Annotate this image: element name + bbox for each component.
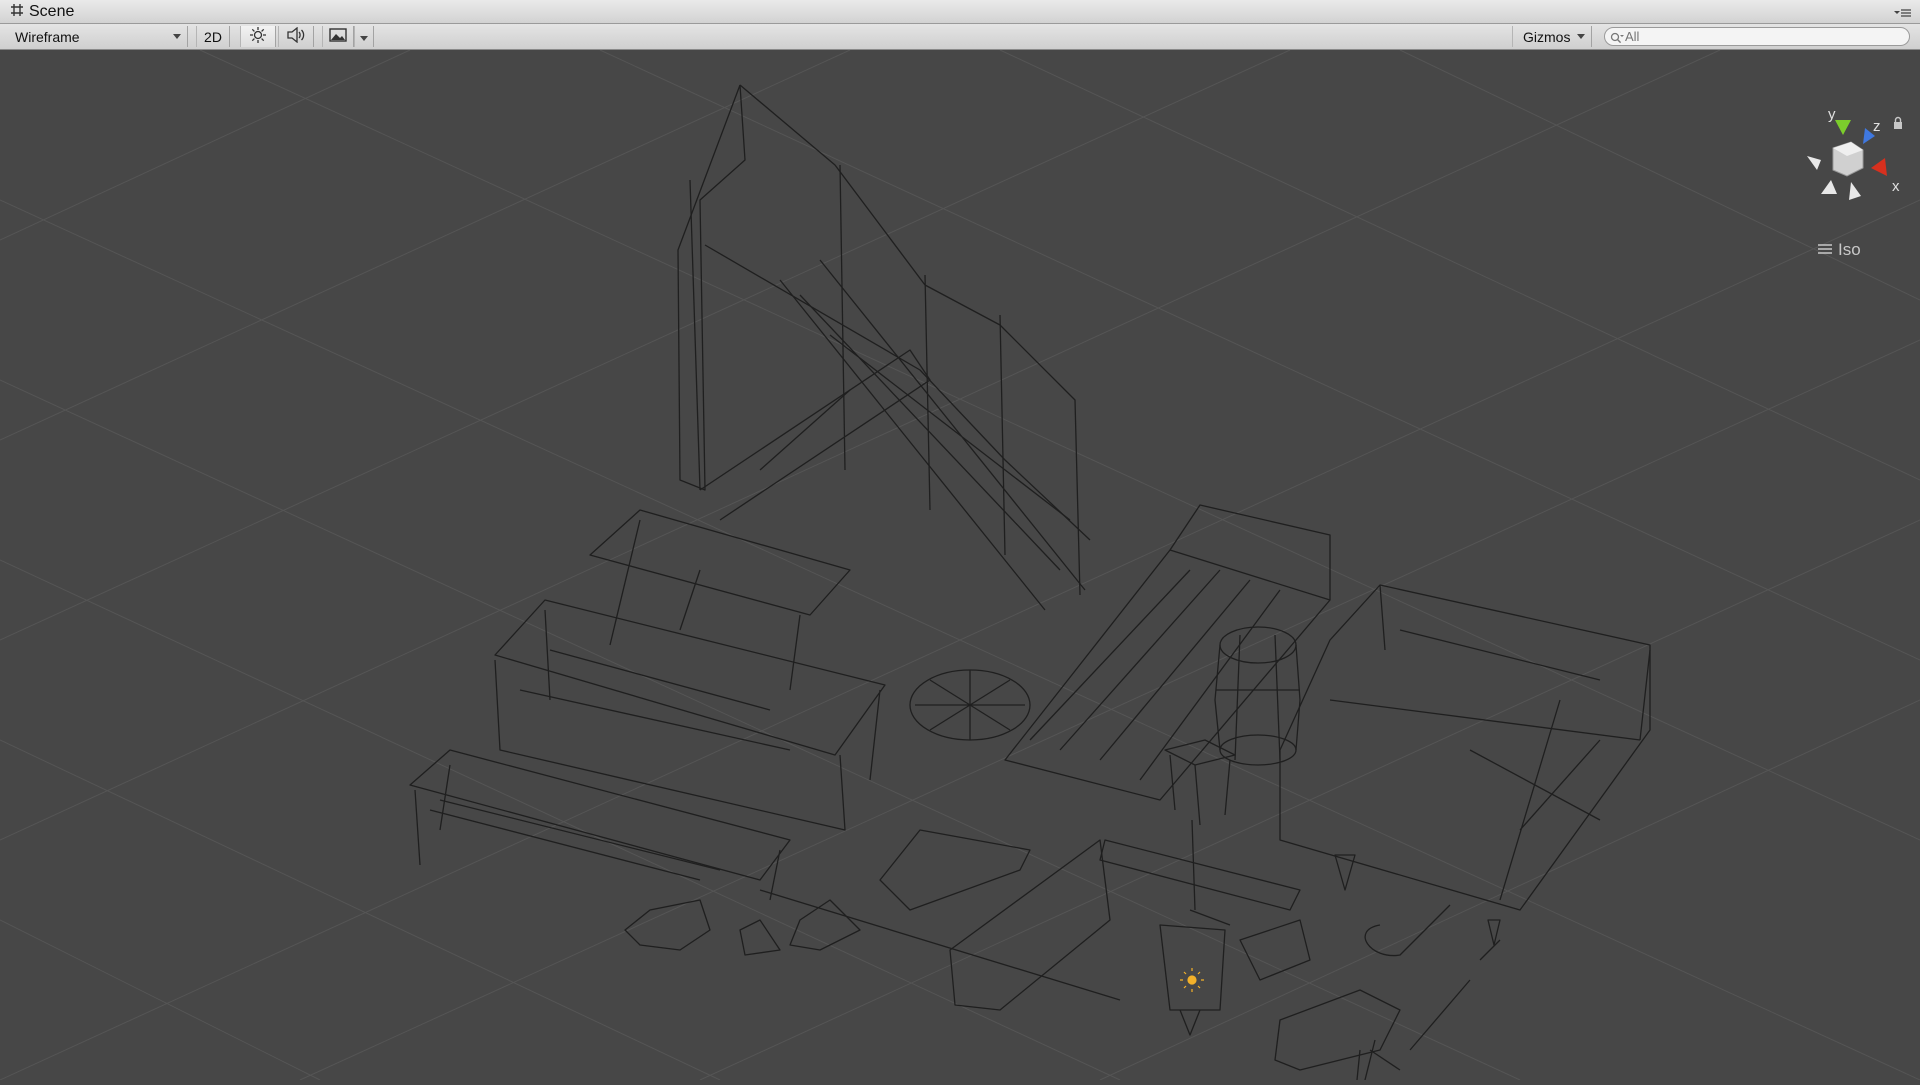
- window-menu-icon[interactable]: [1892, 6, 1912, 20]
- axis-z-label: z: [1873, 118, 1881, 135]
- image-icon: [329, 28, 347, 45]
- scene-toolbar: Wireframe 2D Gizmos All: [0, 24, 1920, 50]
- effects-menu-button[interactable]: [354, 26, 374, 47]
- projection-label: Iso: [1838, 240, 1861, 259]
- axis-x-label: x: [1892, 178, 1900, 195]
- scene-viewport[interactable]: y z x Iso: [0, 49, 1920, 1085]
- search-icon: [1610, 31, 1624, 49]
- axis-y-label: y: [1828, 106, 1836, 123]
- axis-y-cone: [1835, 120, 1851, 135]
- scene-tab[interactable]: Scene: [0, 0, 88, 24]
- shading-mode-label: Wireframe: [15, 28, 80, 45]
- ground-grid: [0, 49, 1920, 1081]
- lock-icon[interactable]: [1892, 116, 1904, 135]
- chevron-down-icon: [173, 34, 181, 39]
- shading-mode-dropdown[interactable]: Wireframe: [8, 26, 188, 47]
- 2d-toggle-button[interactable]: 2D: [196, 26, 230, 47]
- scene-render: [0, 49, 1920, 1085]
- scene-audio-toggle[interactable]: [278, 26, 314, 47]
- sun-icon: [249, 26, 267, 47]
- light-icon: [1180, 968, 1204, 992]
- speaker-icon: [286, 26, 306, 46]
- scene-tab-label: Scene: [29, 3, 75, 20]
- gizmos-label: Gizmos: [1523, 28, 1571, 45]
- scene-lighting-toggle[interactable]: [240, 26, 276, 47]
- scene-grid-icon: [10, 3, 24, 22]
- gizmos-dropdown[interactable]: Gizmos: [1512, 26, 1592, 47]
- scene-effects-toggle[interactable]: [322, 26, 354, 47]
- wireframe-models: [409, 84, 1651, 1085]
- orientation-gizmo[interactable]: y z x: [1785, 106, 1905, 230]
- search-input[interactable]: [1625, 29, 1895, 44]
- chevron-down-icon: [360, 29, 368, 45]
- chevron-down-icon: [1577, 34, 1585, 39]
- hierarchy-search-field[interactable]: [1604, 27, 1910, 46]
- scene-window-titlebar: Scene: [0, 0, 1920, 24]
- axis-x-cone: [1871, 158, 1887, 176]
- 2d-toggle-label: 2D: [204, 28, 222, 45]
- menu-lines-icon: [1818, 240, 1832, 260]
- projection-toggle[interactable]: Iso: [1818, 240, 1861, 260]
